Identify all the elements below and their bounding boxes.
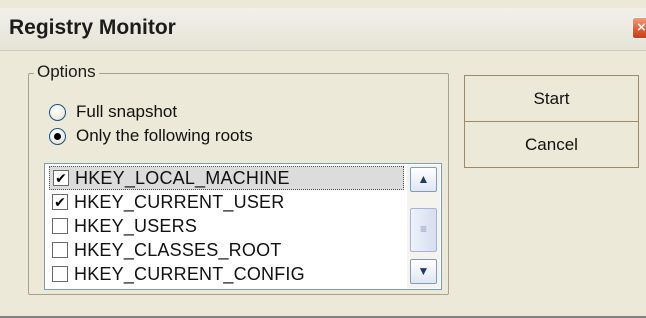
list-item-hkey-users[interactable]: HKEY_USERS (49, 214, 404, 238)
checkbox-hkey-local-machine[interactable]: ✔ (53, 170, 69, 186)
list-item-label: HKEY_CURRENT_USER (74, 191, 285, 212)
scroll-thumb[interactable]: ≡ (410, 208, 437, 252)
radio-full-snapshot[interactable]: Full snapshot (49, 101, 177, 123)
radio-button-full-snapshot[interactable] (49, 103, 66, 121)
chevron-down-icon: ▼ (417, 264, 430, 278)
checkbox-hkey-classes-root[interactable] (52, 242, 68, 258)
roots-checklist[interactable]: ✔ HKEY_LOCAL_MACHINE ✔ HKEY_CURRENT_USER… (44, 163, 442, 290)
list-item-hkey-current-user[interactable]: ✔ HKEY_CURRENT_USER (49, 190, 404, 214)
list-item-hkey-classes-root[interactable]: HKEY_CLASSES_ROOT (49, 238, 404, 262)
title-bar[interactable]: Registry Monitor × (0, 8, 646, 51)
scroll-up-button[interactable]: ▲ (410, 167, 437, 192)
chevron-up-icon: ▲ (417, 172, 430, 186)
list-item-hkey-current-config[interactable]: HKEY_CURRENT_CONFIG (49, 262, 404, 286)
grip-icon: ≡ (419, 222, 427, 236)
checkmark-icon: ✔ (54, 194, 66, 210)
radio-label-only-following-roots: Only the following roots (76, 126, 253, 145)
list-item-label: HKEY_LOCAL_MACHINE (75, 167, 290, 188)
radio-button-only-following-roots[interactable] (49, 127, 66, 145)
checkbox-hkey-users[interactable] (52, 218, 68, 234)
radio-label-full-snapshot: Full snapshot (76, 102, 178, 121)
close-button[interactable]: × (632, 17, 646, 39)
checkmark-icon: ✔ (55, 170, 67, 186)
list-item-hkey-local-machine[interactable]: ✔ HKEY_LOCAL_MACHINE (49, 166, 404, 190)
window-title: Registry Monitor (9, 16, 176, 39)
radio-only-following-roots[interactable]: Only the following roots (49, 125, 253, 147)
list-item-label: HKEY_CURRENT_CONFIG (74, 263, 305, 284)
list-item-label: HKEY_USERS (74, 215, 198, 236)
checkbox-hkey-current-config[interactable] (52, 266, 68, 282)
registry-monitor-dialog: Registry Monitor × Options Full snapshot… (0, 0, 646, 318)
list-scrollbar[interactable]: ▲ ≡ ▼ (407, 165, 440, 288)
start-button[interactable]: Start (464, 75, 639, 122)
options-legend: Options (34, 62, 99, 82)
checkbox-hkey-current-user[interactable]: ✔ (52, 194, 68, 210)
cancel-button[interactable]: Cancel (464, 121, 639, 168)
close-icon: × (637, 19, 646, 36)
list-item-label: HKEY_CLASSES_ROOT (74, 239, 282, 260)
scroll-down-button[interactable]: ▼ (410, 259, 437, 284)
